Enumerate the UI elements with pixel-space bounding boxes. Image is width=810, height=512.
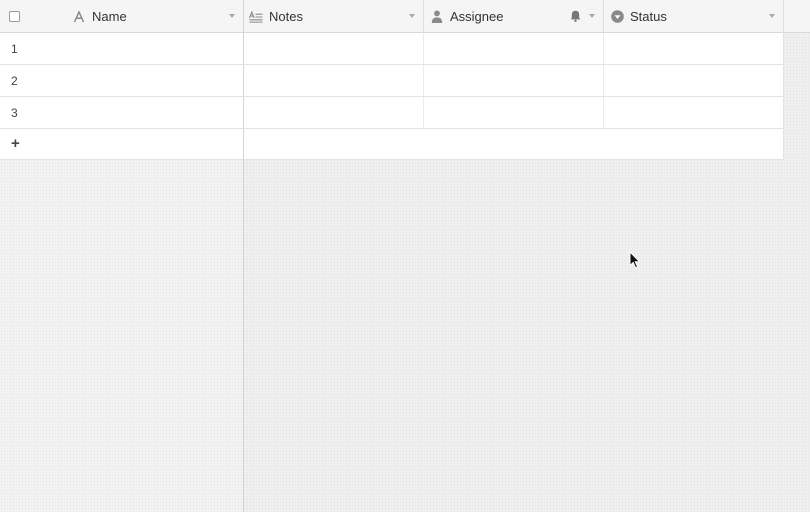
cell-name[interactable]: 2	[0, 65, 244, 96]
column-header-row: Name Notes Assignee Status	[0, 0, 810, 33]
add-row-cell[interactable]: +	[0, 129, 244, 160]
row-number: 2	[11, 74, 18, 88]
cell-name[interactable]: 3	[0, 97, 244, 128]
plus-icon: +	[11, 135, 20, 152]
bell-icon[interactable]	[569, 10, 581, 22]
cell-notes[interactable]	[244, 65, 424, 96]
text-a-icon	[72, 10, 86, 24]
add-field-button[interactable]	[784, 0, 810, 33]
header-status-label: Status	[630, 9, 667, 24]
long-text-icon	[249, 10, 263, 24]
cell-status[interactable]	[604, 33, 784, 64]
user-icon	[430, 10, 444, 24]
mouse-cursor-icon	[629, 250, 641, 272]
grid-view: Name Notes Assignee Status 1 2 3 +	[0, 0, 810, 512]
cell-assignee[interactable]	[424, 65, 604, 96]
row-number: 3	[11, 106, 18, 120]
header-select-all	[0, 0, 28, 33]
add-row-spacer[interactable]	[244, 129, 784, 160]
cell-notes[interactable]	[244, 33, 424, 64]
header-name[interactable]: Name	[28, 0, 244, 33]
header-name-label: Name	[92, 9, 127, 24]
header-status[interactable]: Status	[604, 0, 784, 33]
header-notes-label: Notes	[269, 9, 303, 24]
cell-assignee[interactable]	[424, 97, 604, 128]
chevron-down-icon[interactable]	[589, 14, 595, 18]
cell-status[interactable]	[604, 97, 784, 128]
chevron-down-icon[interactable]	[769, 14, 775, 18]
table-row[interactable]: 3	[0, 97, 784, 129]
header-notes[interactable]: Notes	[244, 0, 424, 33]
single-select-icon	[610, 10, 624, 24]
cell-status[interactable]	[604, 65, 784, 96]
chevron-down-icon[interactable]	[229, 14, 235, 18]
row-number: 1	[11, 42, 18, 56]
select-all-checkbox[interactable]	[9, 11, 20, 22]
table-row[interactable]: 1	[0, 33, 784, 65]
cell-name[interactable]: 1	[0, 33, 244, 64]
header-assignee-label: Assignee	[450, 9, 504, 24]
cell-assignee[interactable]	[424, 33, 604, 64]
add-row-button[interactable]: +	[0, 129, 784, 160]
cell-notes[interactable]	[244, 97, 424, 128]
header-assignee[interactable]: Assignee	[424, 0, 604, 33]
chevron-down-icon[interactable]	[409, 14, 415, 18]
table-row[interactable]: 2	[0, 65, 784, 97]
